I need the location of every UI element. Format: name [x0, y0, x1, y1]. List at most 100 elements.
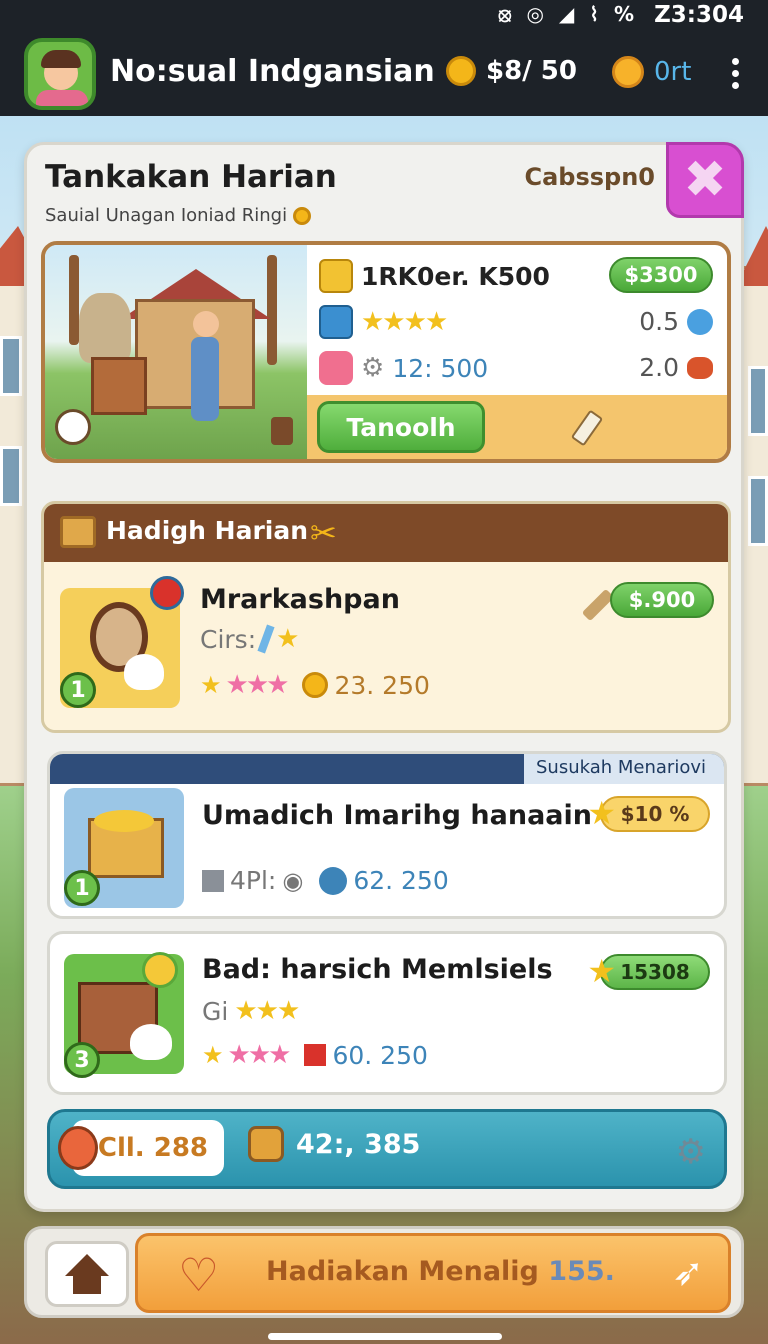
featured-card[interactable]: 1RK0er. K500 $3300 ★★★★ 0.5 ⚙ 12: 500 2.… — [41, 241, 731, 463]
claim-button[interactable]: Tanoolh — [317, 401, 485, 453]
window — [748, 366, 768, 436]
featured-row-2: ★★★★ — [319, 305, 448, 339]
banner-label: Susukah Menariovi — [524, 754, 724, 784]
discount-tag[interactable]: $10 % — [600, 796, 710, 832]
home-button[interactable] — [45, 1241, 129, 1307]
palm-tree — [267, 255, 277, 365]
featured-action-area: Tanoolh — [307, 395, 727, 459]
heart-icon: ♡ — [178, 1248, 220, 1302]
more-menu-icon[interactable] — [732, 58, 740, 94]
list-item-subtitle: Gi — [202, 996, 229, 1026]
window — [748, 476, 768, 546]
panel-tag[interactable]: Cabsspn0 — [524, 163, 655, 191]
price-tag[interactable]: 15308 — [600, 954, 710, 990]
barrel — [271, 417, 293, 445]
reward-button[interactable]: ♡ Hadiakan Menalig 155. ➶ — [135, 1233, 731, 1313]
window — [0, 446, 22, 506]
gift-item-value-line: ★ ★★★ 23. 250 — [200, 670, 430, 700]
pink-stars: ★★★ — [227, 1040, 292, 1070]
rating-stars: ★★★★ — [361, 307, 448, 337]
featured-row-2-value-text: 0.5 — [639, 307, 679, 336]
avatar-shirt — [36, 90, 88, 106]
close-icon: ✖ — [683, 150, 727, 210]
list-item-value-line: ★ ★★★ 60. 250 — [202, 1040, 428, 1070]
featured-rows: 1RK0er. K500 $3300 ★★★★ 0.5 ⚙ 12: 500 2.… — [315, 245, 727, 395]
status-time: Z3:304 — [654, 2, 744, 28]
featured-row-1: 1RK0er. K500 — [319, 259, 550, 293]
gold-bag-icon — [248, 1126, 284, 1162]
token-balance-value: 0rt — [654, 57, 692, 87]
crates — [91, 357, 147, 415]
featured-headline: 1RK0er. K500 — [361, 261, 550, 291]
close-button[interactable]: ✖ — [666, 142, 744, 218]
star-icon: ★ — [587, 794, 616, 832]
avatar[interactable] — [24, 38, 96, 110]
timer-icon — [319, 351, 353, 385]
pencil-icon[interactable] — [570, 409, 604, 447]
gift-item-badge: 1 — [60, 672, 96, 708]
coin-balance[interactable]: $8/ 50 — [446, 56, 577, 86]
compass-icon — [319, 866, 348, 895]
daily-tasks-panel: Tankakan Harian Sauial Unagan Ioniad Rin… — [24, 142, 744, 1212]
gift-item[interactable]: 1 Mrarkashpan Cirs: ★ ★ ★★★ 23. 250 $.90… — [44, 562, 728, 730]
coin-balance-value: $8/ 50 — [486, 56, 577, 86]
gold-star-icon: ★ — [200, 671, 221, 699]
vial-icon — [257, 624, 275, 654]
list-item-value: 62. 250 — [353, 866, 449, 895]
gold-star-icon: ★ — [202, 1041, 223, 1069]
character — [191, 311, 219, 421]
featured-row-3-value: 12: 500 — [392, 353, 489, 383]
gift-item-price[interactable]: $.900 — [610, 582, 714, 618]
app-title: No:sual Indgansian — [110, 54, 435, 89]
wand-icon — [581, 588, 615, 622]
reward-button-number: 155. — [548, 1256, 615, 1287]
list-item-badge: 1 — [64, 870, 100, 906]
palm-tree — [69, 255, 79, 345]
window — [0, 336, 22, 396]
list-item-meta-line: 4Pl: ◉ 62. 250 — [202, 866, 449, 895]
list-item-badge: 3 — [64, 1042, 100, 1078]
ruby-icon — [304, 1044, 327, 1066]
clock-icon — [55, 409, 91, 445]
medal-icon — [142, 952, 178, 988]
home-icon — [65, 1254, 109, 1294]
daily-gift-section: Hadigh Harian ✂ 1 Mrarkashpan Cirs: ★ ★ … — [41, 501, 731, 733]
gear-icon[interactable]: ⚙ — [676, 1132, 706, 1172]
panel-title: Tankakan Harian — [45, 159, 337, 195]
alarm-clock-icon — [58, 1126, 98, 1170]
featured-row-3-right: 2.0 — [639, 353, 713, 382]
book-icon — [319, 305, 353, 339]
gear-icon: ⚙ — [361, 353, 385, 383]
gift-item-subtitle: Cirs: — [200, 624, 257, 654]
smile-coin-icon — [292, 207, 311, 225]
gift-item-value: 23. 250 — [334, 670, 430, 700]
list-item[interactable]: 3 Bad: harsich Memlsiels 15308 ★ Gi ★★★ … — [47, 931, 727, 1095]
featured-price[interactable]: $3300 — [609, 257, 713, 293]
app-header: No:sual Indgansian $8/ 50 0rt — [0, 32, 768, 116]
stopwatch-icon: ◉ — [282, 866, 304, 895]
status-icons: ⦻ ◎ ◢ ⌇ % — [498, 2, 638, 26]
list-item[interactable]: Susukah Menariovi 1 Umadich Imarihg hana… — [47, 751, 727, 919]
gift-item-subtitle-line: Cirs: ★ — [200, 624, 299, 654]
robot-icon — [150, 576, 184, 610]
featured-row-3-right-text: 2.0 — [639, 353, 679, 382]
meat-icon — [687, 356, 713, 379]
status-bar: ⦻ ◎ ◢ ⌇ % Z3:304 — [0, 0, 768, 32]
price-tag-text: 15308 — [620, 960, 690, 984]
token-balance[interactable]: 0rt — [612, 56, 691, 88]
panel-subtitle: Sauial Unagan Ioniad Ringi — [45, 205, 311, 226]
shuttlecock-icon: ➶ — [672, 1250, 704, 1294]
token-icon — [612, 56, 644, 88]
gesture-bar[interactable] — [268, 1333, 502, 1340]
ghost-icon — [130, 1024, 172, 1060]
list-item-title: Bad: harsich Memlsiels — [202, 954, 553, 985]
star-icon: ★ — [587, 952, 616, 990]
scissors-icon: ✂ — [310, 514, 337, 552]
summary-bar[interactable]: Cll. 288 42:, 385 ⚙ — [47, 1109, 727, 1189]
list-item-subtitle-line: Gi ★★★ — [202, 996, 300, 1026]
panel-subtitle-text: Sauial Unagan Ioniad Ringi — [45, 205, 288, 226]
reward-button-label: Hadiakan Menalig 155. — [266, 1256, 615, 1287]
daily-gift-title: Hadigh Harian — [106, 516, 309, 545]
summary-mid-text: 42:, 385 — [296, 1128, 421, 1160]
list-item-banner: Susukah Menariovi — [50, 754, 724, 784]
